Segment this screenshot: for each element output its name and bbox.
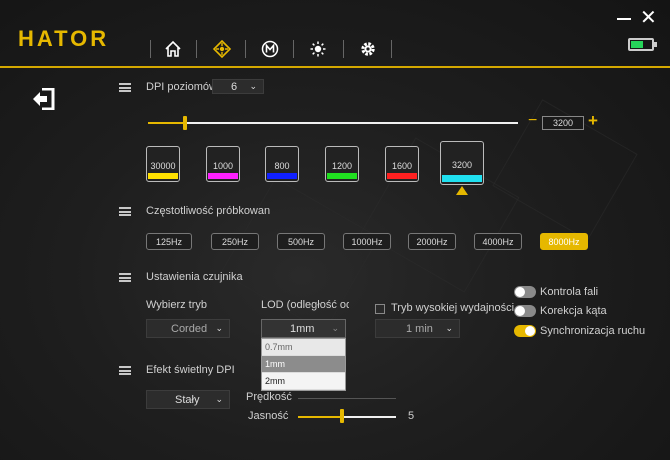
wave-control-toggle[interactable]	[514, 286, 536, 298]
settings-icon[interactable]	[357, 38, 379, 60]
high-performance-select[interactable]: 1 min ⌄	[375, 319, 460, 338]
dpi-preset-value: 30000	[150, 161, 176, 171]
toggle-knob	[515, 287, 525, 297]
angle-correction-label: Korekcja kąta	[540, 305, 607, 317]
wave-control-label: Kontrola fali	[540, 286, 599, 298]
dpi-value-input[interactable]: 3200	[542, 116, 584, 130]
polling-rate-8000[interactable]: 8000Hz	[540, 233, 588, 250]
polling-rate-label: Częstotliwość próbkowan	[146, 205, 271, 217]
brightness-value: 5	[408, 410, 415, 422]
exit-icon[interactable]	[32, 87, 56, 115]
angle-correction-toggle[interactable]	[514, 305, 536, 317]
brightness-slider-thumb[interactable]	[340, 409, 345, 423]
dpi-preset-value: 3200	[451, 160, 473, 170]
dpi-preset-2[interactable]: 1000	[206, 146, 240, 182]
dpi-levels-value: 6	[231, 80, 238, 93]
dpi-preset-color	[208, 173, 238, 179]
mode-label: Wybierz tryb	[146, 299, 208, 311]
dpi-preset-4[interactable]: 1200	[325, 146, 359, 182]
speed-label: Prędkość	[246, 391, 292, 403]
high-performance-checkbox[interactable]	[375, 304, 385, 314]
brightness-label: Jasność	[248, 410, 289, 422]
motion-sync-label: Synchronizacja ruchu	[540, 325, 646, 337]
dpi-preset-1[interactable]: 30000	[146, 146, 180, 182]
dpi-preset-color	[387, 173, 417, 179]
dpi-preset-5[interactable]: 1600	[385, 146, 419, 182]
close-button[interactable]: ✕	[640, 8, 657, 28]
app-logo: HATOR	[18, 26, 110, 51]
macro-icon[interactable]	[259, 38, 281, 60]
polling-rate-250[interactable]: 250Hz	[211, 233, 259, 250]
nav-divider	[196, 40, 197, 58]
lod-option-selected[interactable]: 1mm	[262, 356, 345, 373]
chevron-down-icon: ⌄	[331, 323, 339, 333]
dpi-levels-label: DPI poziomów	[146, 81, 217, 93]
dpi-slider-thumb[interactable]	[183, 116, 187, 130]
section-menu-icon	[119, 83, 131, 92]
toggle-knob	[525, 326, 535, 336]
lod-dropdown: 0.7mm 1mm 2mm	[261, 338, 346, 391]
battery-level	[631, 41, 643, 48]
battery-indicator	[628, 38, 657, 51]
lighting-effect-value: Stały	[175, 393, 200, 406]
chevron-down-icon: ⌄	[249, 81, 257, 91]
lod-option[interactable]: 0.7mm	[262, 339, 345, 356]
dpi-increase-button[interactable]: +	[588, 112, 598, 130]
dpi-slider-fill	[148, 122, 185, 124]
section-menu-icon	[119, 273, 131, 282]
chevron-down-icon: ⌄	[215, 394, 223, 404]
chevron-down-icon: ⌄	[445, 323, 453, 333]
sensor-settings-label: Ustawienia czujnika	[146, 271, 243, 283]
lod-select[interactable]: 1mm ⌄	[261, 319, 346, 338]
polling-rate-125[interactable]: 125Hz	[146, 233, 192, 250]
chevron-down-icon: ⌄	[215, 323, 223, 333]
dpi-preset-color	[148, 173, 178, 179]
minimize-button[interactable]	[617, 18, 631, 20]
brightness-slider-fill	[298, 416, 343, 418]
mode-value: Corded	[171, 322, 208, 335]
dpi-preset-6-active[interactable]: 3200	[440, 141, 484, 185]
section-menu-icon	[119, 207, 131, 216]
motion-sync-toggle[interactable]	[514, 325, 536, 337]
dpi-preset-color	[327, 173, 357, 179]
dpi-levels-select[interactable]: 6 ⌄	[212, 79, 264, 94]
high-performance-label: Tryb wysokiej wydajności	[391, 302, 515, 314]
dpi-preset-value: 1200	[331, 161, 353, 171]
nav-divider	[293, 40, 294, 58]
active-preset-indicator-icon	[456, 186, 468, 195]
mode-select[interactable]: Corded ⌄	[146, 319, 230, 338]
lighting-icon[interactable]	[307, 38, 329, 60]
polling-rate-2000[interactable]: 2000Hz	[408, 233, 456, 250]
dpi-preset-value: 800	[274, 161, 290, 171]
lod-label: LOD (odległość odry	[261, 299, 349, 311]
dpi-preset-color	[442, 175, 482, 182]
lighting-effect-select[interactable]: Stały ⌄	[146, 390, 230, 409]
nav-divider	[245, 40, 246, 58]
speed-slider-track[interactable]	[298, 398, 396, 399]
lod-value: 1mm	[290, 322, 315, 335]
lod-option[interactable]: 2mm	[262, 373, 345, 390]
battery-tip	[654, 42, 657, 47]
section-menu-icon	[119, 366, 131, 375]
dpi-slider-track[interactable]	[148, 122, 518, 124]
lighting-effect-label: Efekt świetlny DPI	[146, 364, 235, 376]
high-performance-value: 1 min	[406, 322, 433, 335]
toggle-knob	[515, 306, 525, 316]
dpi-preset-3[interactable]: 800	[265, 146, 299, 182]
polling-rate-500[interactable]: 500Hz	[277, 233, 325, 250]
polling-rate-4000[interactable]: 4000Hz	[474, 233, 522, 250]
polling-rate-1000[interactable]: 1000Hz	[343, 233, 391, 250]
nav-divider	[391, 40, 392, 58]
header-divider	[0, 66, 670, 68]
home-icon[interactable]	[162, 38, 184, 60]
dpi-target-icon[interactable]	[211, 38, 233, 60]
dpi-preset-value: 1000	[212, 161, 234, 171]
dpi-preset-value: 1600	[391, 161, 413, 171]
nav-divider	[150, 40, 151, 58]
dpi-preset-color	[267, 173, 297, 179]
nav-divider	[343, 40, 344, 58]
dpi-decrease-button[interactable]: −	[528, 113, 537, 129]
